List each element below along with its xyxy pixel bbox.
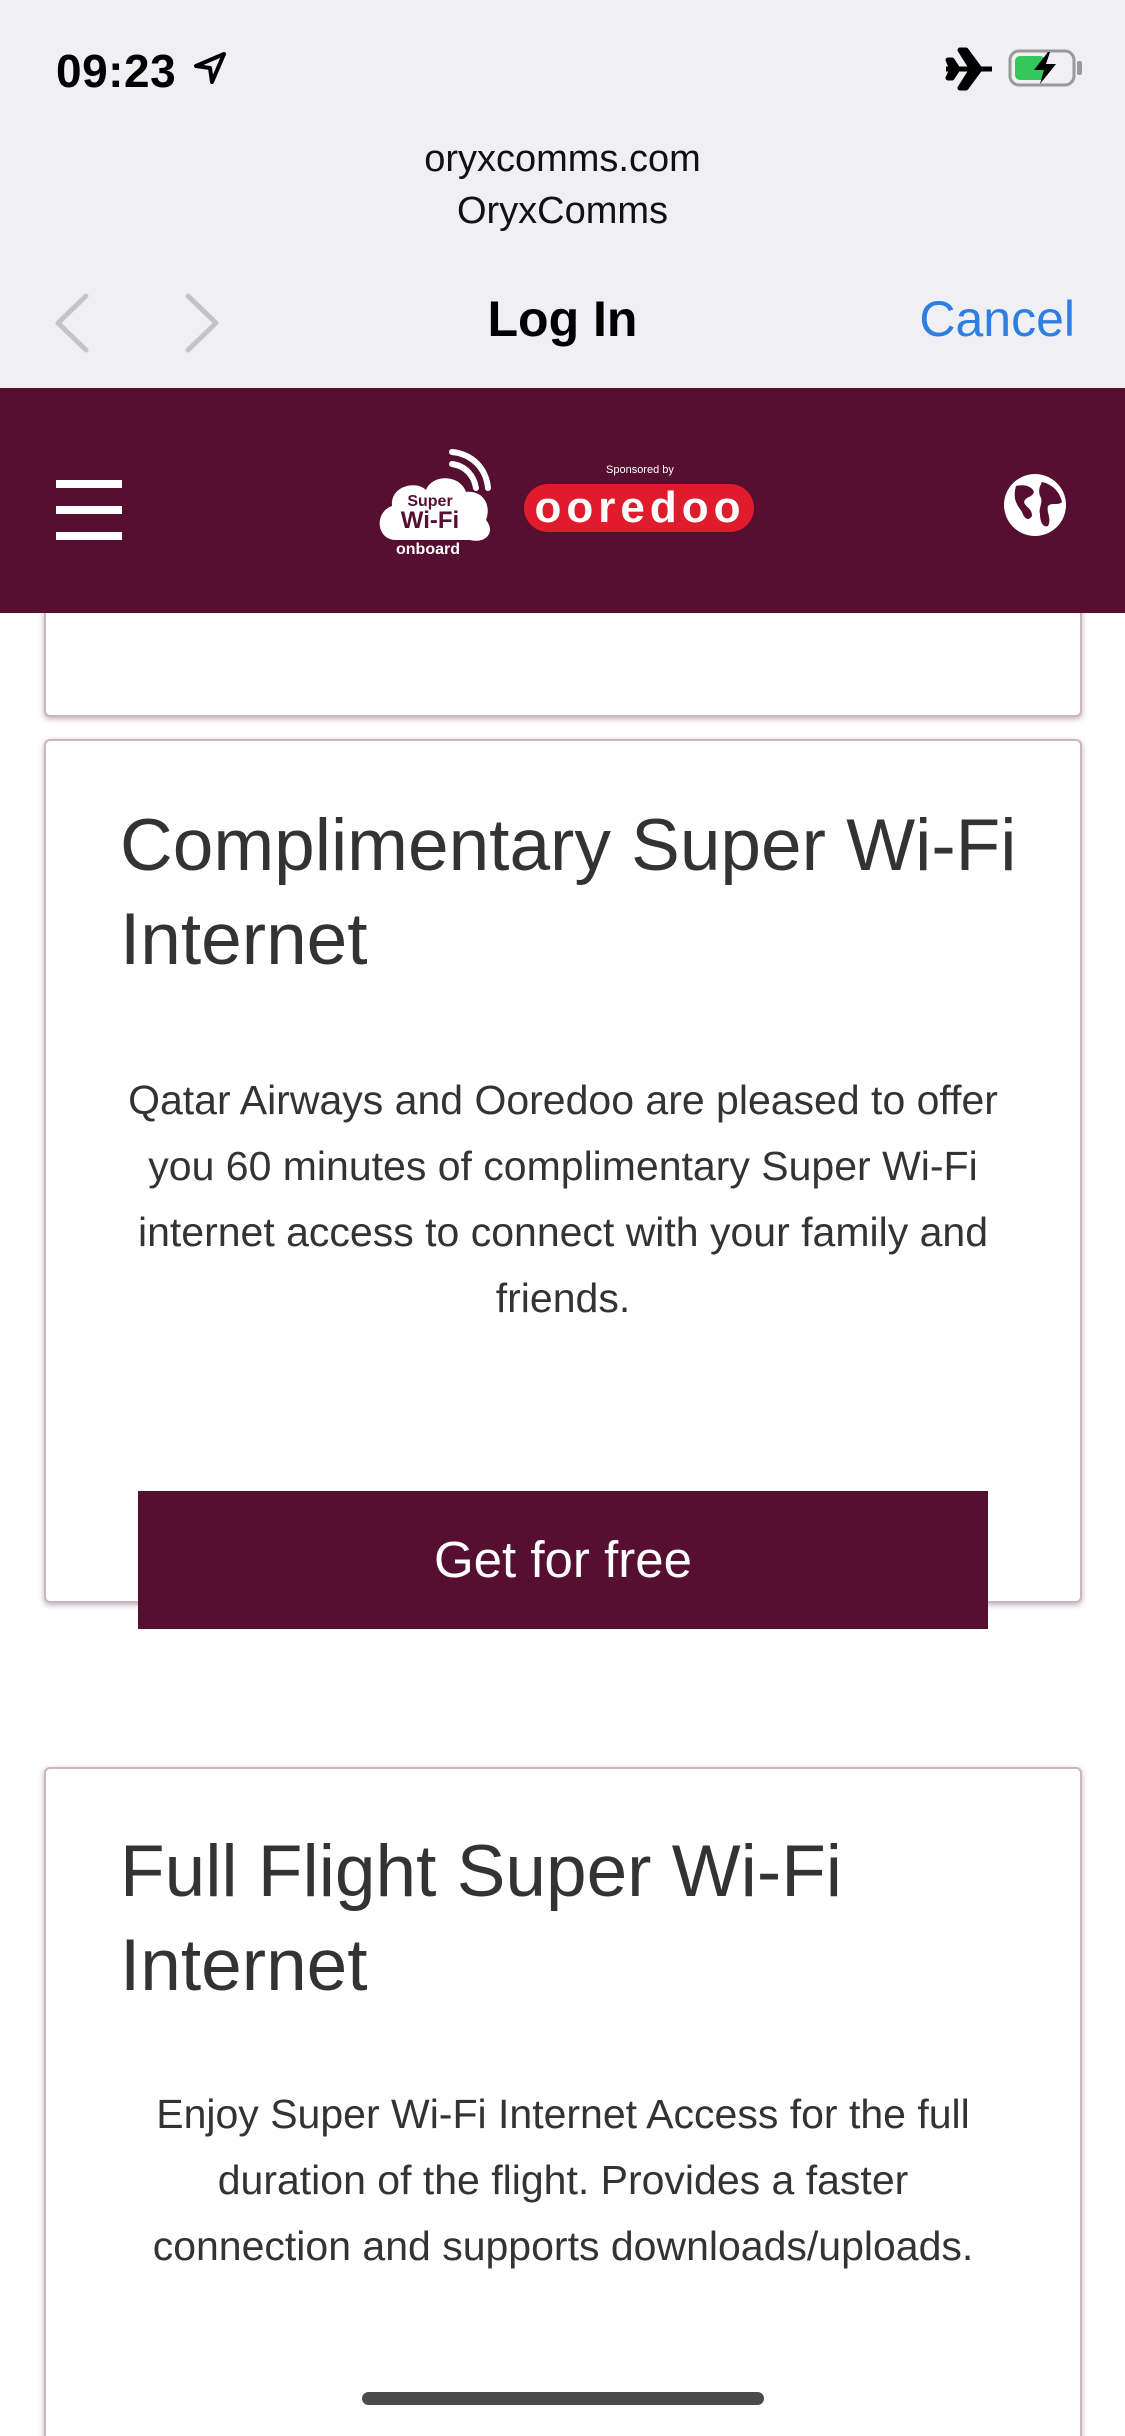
status-time: 09:23: [56, 45, 177, 97]
card-title: Full Flight Super Wi-Fi Internet: [120, 1831, 843, 2006]
full-flight-wifi-card: Full Flight Super Wi-Fi Internet Enjoy S…: [44, 1767, 1082, 2436]
previous-card: [44, 613, 1082, 717]
content-area: Complimentary Super Wi-Fi Internet Qatar…: [0, 613, 1125, 2436]
globe-language-icon[interactable]: [1002, 472, 1068, 538]
card-title: Complimentary Super Wi-Fi Internet: [120, 805, 1017, 980]
hamburger-menu-icon[interactable]: [56, 480, 122, 540]
site-name: OryxComms: [456, 190, 669, 232]
card-description: Enjoy Super Wi-Fi Internet Access for th…: [152, 2091, 974, 2269]
sponsored-by-label: Sponsored by: [606, 464, 674, 476]
home-indicator[interactable]: [362, 2392, 764, 2405]
ooredoo-logo-text: ooredoo: [534, 483, 746, 532]
logo-text-wifi: Wi-Fi: [401, 507, 459, 534]
page-domain: oryxcomms.com: [424, 138, 701, 180]
super-wifi-onboard-logo: Super Wi-Fi onboard: [379, 449, 491, 558]
get-for-free-button[interactable]: Get for free: [138, 1491, 988, 1629]
location-arrow-icon: [194, 52, 226, 84]
cancel-button[interactable]: Cancel: [919, 290, 1075, 348]
logo-text-onboard: onboard: [396, 541, 460, 558]
complimentary-wifi-card: Complimentary Super Wi-Fi Internet Qatar…: [44, 739, 1082, 1629]
browser-chrome: 09:23 oryxcomms.com OryxComms Log In Can…: [0, 0, 1125, 388]
airplane-mode-icon: [945, 47, 992, 91]
battery-charging-icon: [1008, 49, 1082, 87]
site-header: Super Wi-Fi onboard Sponsored by ooredoo: [0, 388, 1125, 613]
card-description: Qatar Airways and Ooredoo are pleased to…: [128, 1077, 998, 1321]
